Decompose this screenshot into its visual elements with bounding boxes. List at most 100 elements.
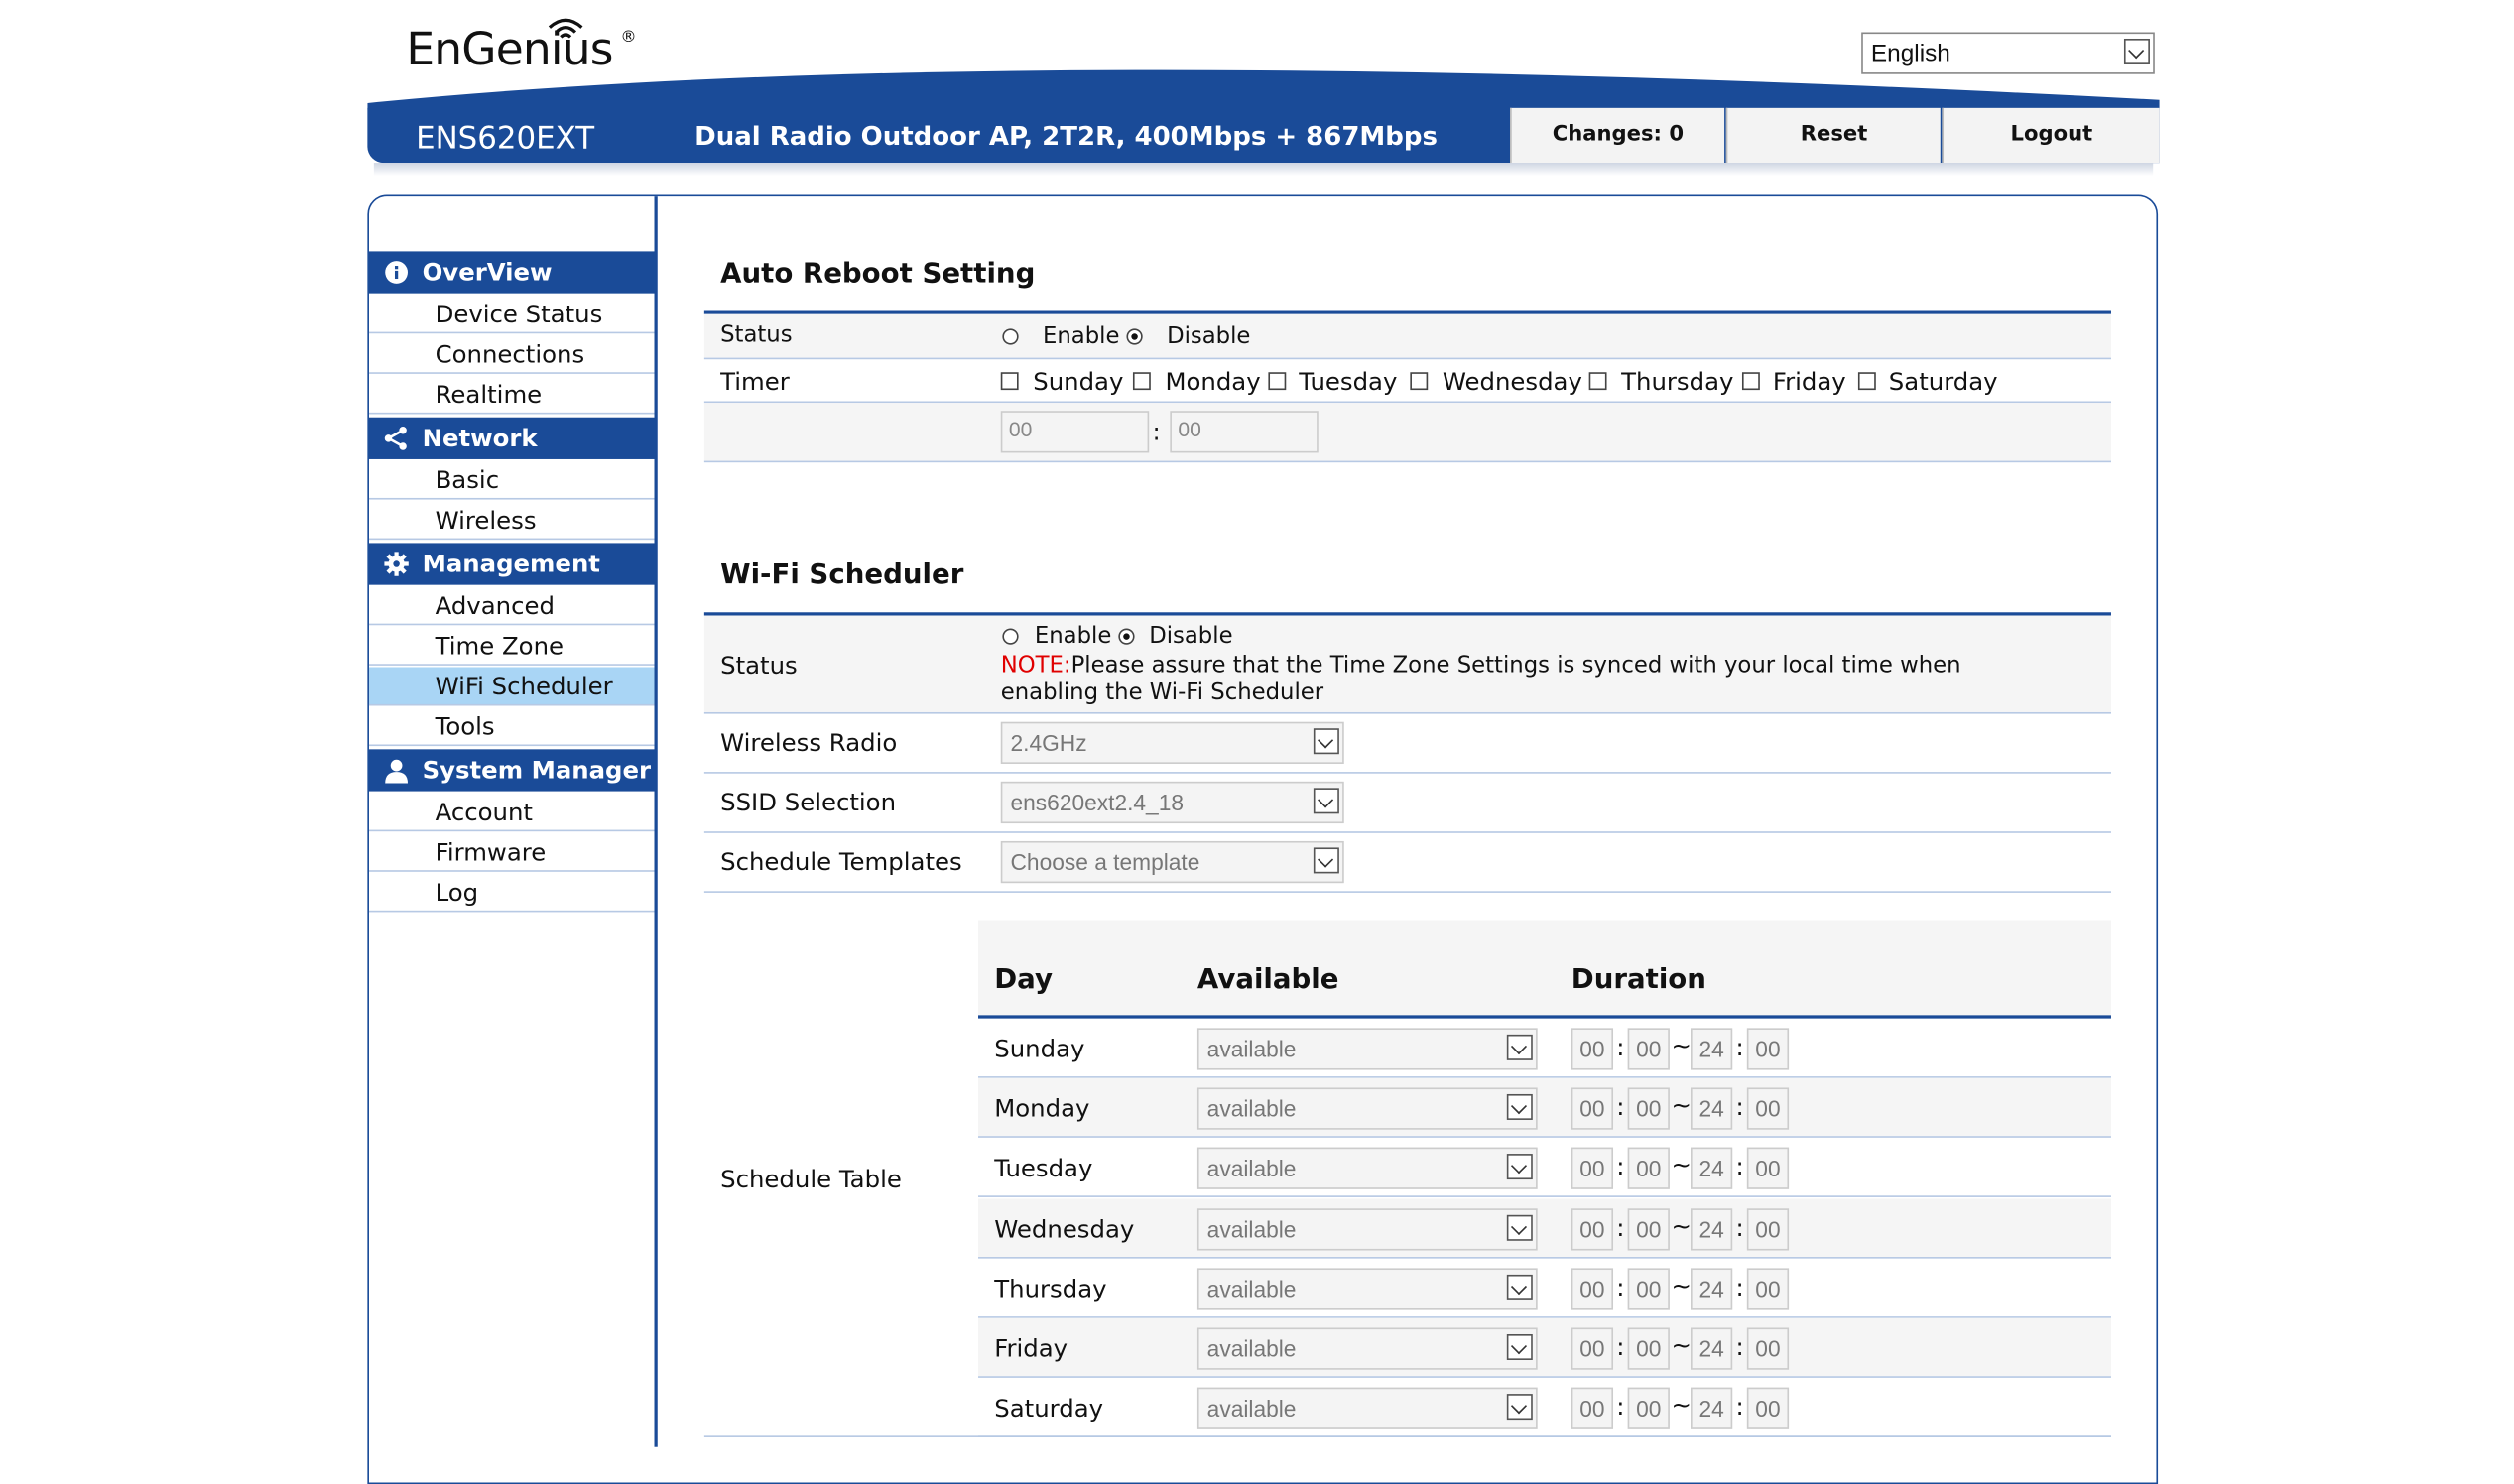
- scheduler-enable-label: Enable: [1034, 623, 1112, 650]
- sidebar-item-label: WiFi Scheduler: [435, 672, 613, 701]
- chevron-down-icon[interactable]: [1506, 1093, 1533, 1120]
- available-select[interactable]: available: [1196, 1147, 1538, 1189]
- start-minute-input[interactable]: 00: [1627, 1387, 1670, 1429]
- start-minute-input[interactable]: 00: [1627, 1147, 1670, 1189]
- available-select[interactable]: available: [1196, 1268, 1538, 1310]
- end-hour-input[interactable]: 24: [1690, 1028, 1733, 1070]
- timer-wednesday-checkbox[interactable]: [1410, 372, 1429, 391]
- chevron-down-icon[interactable]: [1313, 847, 1339, 874]
- day-label: Friday: [994, 1334, 1068, 1364]
- user-icon: [385, 759, 408, 784]
- sidebar-item-label: Account: [435, 798, 533, 827]
- schedule-templates-label: Schedule Templates: [720, 847, 962, 877]
- nav-group-overview[interactable]: OverView: [368, 251, 655, 294]
- chevron-down-icon[interactable]: [2123, 38, 2150, 64]
- start-hour-input[interactable]: 00: [1571, 1387, 1614, 1429]
- timer-sunday-checkbox[interactable]: [1000, 372, 1019, 391]
- available-select[interactable]: available: [1196, 1387, 1538, 1429]
- nav-group-system-manager[interactable]: System Manager: [368, 749, 655, 792]
- start-minute-input[interactable]: 00: [1627, 1028, 1670, 1070]
- available-value: available: [1206, 1036, 1297, 1062]
- chevron-down-icon[interactable]: [1506, 1154, 1533, 1180]
- chevron-down-icon[interactable]: [1313, 728, 1339, 755]
- end-hour-input[interactable]: 24: [1690, 1208, 1733, 1251]
- scheduler-enable-radio[interactable]: [1002, 628, 1019, 645]
- wireless-radio-select[interactable]: 2.4GHz: [1000, 721, 1344, 764]
- schedule-table-label: Schedule Table: [720, 1165, 902, 1194]
- start-hour-input[interactable]: 00: [1571, 1147, 1614, 1189]
- chevron-down-icon[interactable]: [1506, 1034, 1533, 1060]
- end-minute-input[interactable]: 00: [1746, 1087, 1790, 1130]
- reboot-minute-input[interactable]: 00: [1170, 411, 1319, 453]
- start-hour-input[interactable]: 00: [1571, 1028, 1614, 1070]
- sidebar-item-tools[interactable]: Tools: [368, 707, 655, 747]
- chevron-down-icon[interactable]: [1506, 1274, 1533, 1300]
- end-minute-input[interactable]: 00: [1746, 1327, 1790, 1370]
- start-minute-input[interactable]: 00: [1627, 1208, 1670, 1251]
- time-tilde: ~: [1671, 1390, 1692, 1421]
- nav-group-network[interactable]: Network: [368, 417, 655, 459]
- end-hour-input[interactable]: 24: [1690, 1327, 1733, 1370]
- language-select[interactable]: English: [1861, 32, 2155, 74]
- row-divider: [703, 711, 2111, 714]
- start-hour-input[interactable]: 00: [1571, 1208, 1614, 1251]
- sidebar-item-account[interactable]: Account: [368, 793, 655, 832]
- logout-button[interactable]: Logout: [1942, 107, 2160, 164]
- start-minute-input[interactable]: 00: [1627, 1327, 1670, 1370]
- start-hour-input[interactable]: 00: [1571, 1327, 1614, 1370]
- scheduler-disable-label: Disable: [1149, 623, 1233, 650]
- changes-button[interactable]: Changes: 0: [1510, 107, 1725, 164]
- available-select[interactable]: available: [1196, 1028, 1538, 1070]
- timer-saturday-checkbox[interactable]: [1857, 372, 1876, 391]
- timer-tuesday-checkbox[interactable]: [1268, 372, 1287, 391]
- sidebar-item-wifi-scheduler[interactable]: WiFi Scheduler: [368, 667, 655, 706]
- end-hour-input[interactable]: 24: [1690, 1387, 1733, 1429]
- end-minute-input[interactable]: 00: [1746, 1268, 1790, 1310]
- available-select[interactable]: available: [1196, 1327, 1538, 1370]
- timer-thursday-checkbox[interactable]: [1588, 372, 1607, 391]
- end-minute-input[interactable]: 00: [1746, 1147, 1790, 1189]
- end-hour-input[interactable]: 24: [1690, 1147, 1733, 1189]
- reset-button[interactable]: Reset: [1725, 107, 1941, 164]
- available-select[interactable]: available: [1196, 1208, 1538, 1251]
- end-hour-input[interactable]: 24: [1690, 1087, 1733, 1130]
- timer-monday-checkbox[interactable]: [1132, 372, 1151, 391]
- sidebar-item-label: Connections: [435, 339, 585, 369]
- model-name: ENS620EXT: [416, 120, 595, 157]
- end-minute-input[interactable]: 00: [1746, 1028, 1790, 1070]
- start-minute-input[interactable]: 00: [1627, 1087, 1670, 1130]
- row-divider: [703, 831, 2111, 833]
- reboot-disable-radio[interactable]: [1126, 328, 1143, 345]
- reboot-hour-input[interactable]: 00: [1000, 411, 1150, 453]
- start-minute-input[interactable]: 00: [1627, 1268, 1670, 1310]
- chevron-down-icon[interactable]: [1313, 788, 1339, 814]
- reboot-enable-radio[interactable]: [1002, 328, 1019, 345]
- sidebar-item-device-status[interactable]: Device Status: [368, 295, 655, 334]
- sidebar-item-firmware[interactable]: Firmware: [368, 833, 655, 872]
- chevron-down-icon[interactable]: [1506, 1334, 1533, 1360]
- reboot-timer-label: Timer: [720, 367, 790, 397]
- schedule-template-select[interactable]: Choose a template: [1000, 840, 1344, 884]
- day-label: Monday: [994, 1093, 1090, 1124]
- timer-friday-checkbox[interactable]: [1741, 372, 1760, 391]
- scheduler-disable-radio[interactable]: [1118, 628, 1135, 645]
- sidebar-item-basic[interactable]: Basic: [368, 461, 655, 500]
- start-hour-input[interactable]: 00: [1571, 1087, 1614, 1130]
- nav-group-management[interactable]: Management: [368, 543, 655, 585]
- sidebar-item-advanced[interactable]: Advanced: [368, 586, 655, 626]
- sidebar-item-realtime[interactable]: Realtime: [368, 375, 655, 415]
- end-hour-input[interactable]: 24: [1690, 1268, 1733, 1310]
- time-colon: :: [1735, 1213, 1744, 1243]
- end-minute-input[interactable]: 00: [1746, 1208, 1790, 1251]
- chevron-down-icon[interactable]: [1506, 1394, 1533, 1421]
- sidebar-item-log[interactable]: Log: [368, 873, 655, 913]
- sidebar-item-wireless[interactable]: Wireless: [368, 501, 655, 541]
- logo-area: EnGenius ® English: [367, 0, 2160, 110]
- start-hour-input[interactable]: 00: [1571, 1268, 1614, 1310]
- available-select[interactable]: available: [1196, 1087, 1538, 1130]
- sidebar-item-time-zone[interactable]: Time Zone: [368, 627, 655, 666]
- sidebar-item-connections[interactable]: Connections: [368, 335, 655, 374]
- chevron-down-icon[interactable]: [1506, 1214, 1533, 1241]
- end-minute-input[interactable]: 00: [1746, 1387, 1790, 1429]
- ssid-select[interactable]: ens620ext2.4_18: [1000, 781, 1344, 824]
